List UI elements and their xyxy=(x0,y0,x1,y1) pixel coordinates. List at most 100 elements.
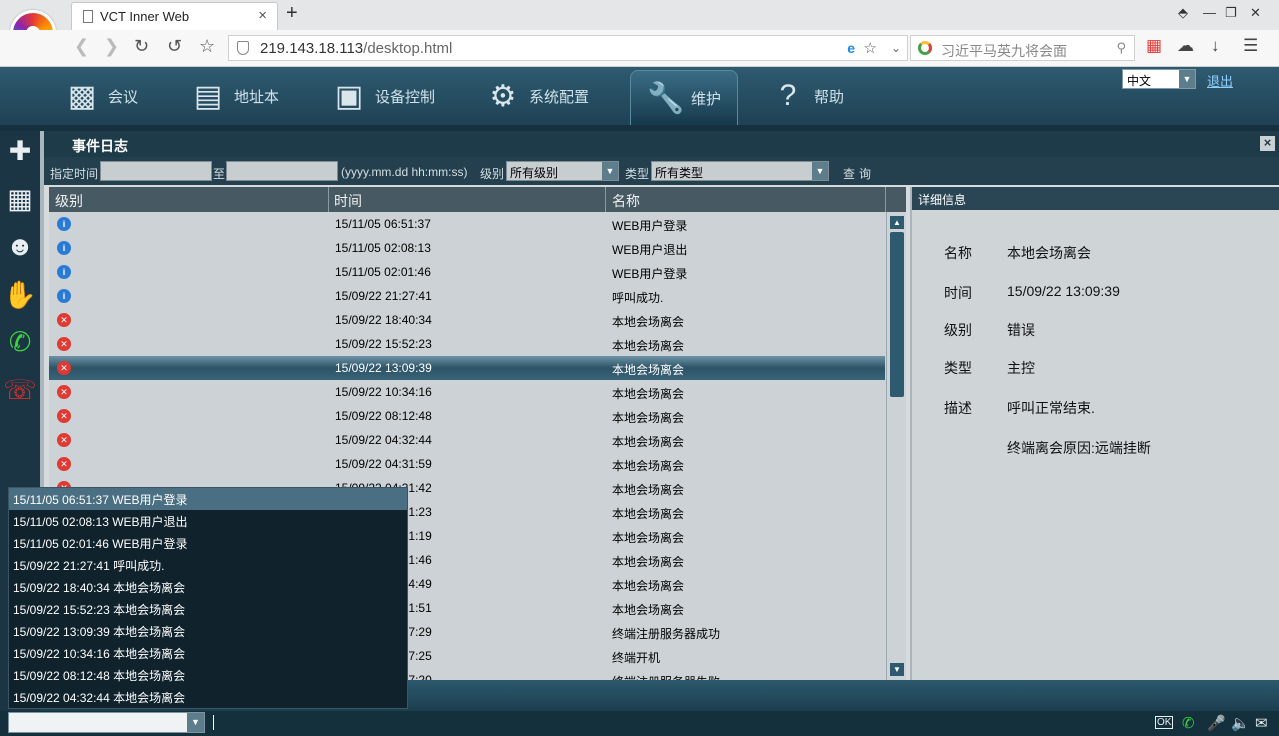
detail-panel: 详细信息 名称 本地会场离会 时间 15/09/22 13:09:39 级别 错… xyxy=(910,187,1279,680)
column-header-time[interactable]: 时间 xyxy=(334,191,362,211)
list-item[interactable]: 15/11/05 06:51:37 WEB用户登录 xyxy=(9,488,407,510)
maximize-icon[interactable]: ❐ xyxy=(1225,5,1237,21)
new-tab-button[interactable]: + xyxy=(286,2,298,25)
nav-tab-system-config[interactable]: ⚙ 系统配置 xyxy=(485,67,589,125)
favorite-star-icon[interactable]: ☆ xyxy=(864,39,877,57)
nav-tab-address-book[interactable]: ▤ 地址本 xyxy=(190,67,279,125)
table-row[interactable]: ✕ 15/09/22 13:09:39 本地会场离会 xyxy=(49,356,885,380)
app-header: ▩ 会议 ▤ 地址本 ▣ 设备控制 ⚙ 系统配置 🔧 维护 ? 帮助 中文 ▼ … xyxy=(0,67,1279,126)
participants-icon[interactable]: ☻ xyxy=(3,231,37,265)
nav-tab-device-control[interactable]: ▣ 设备控制 xyxy=(331,67,435,125)
nav-tab-label: 帮助 xyxy=(814,88,845,106)
column-divider[interactable] xyxy=(328,187,329,212)
info-icon: i xyxy=(57,217,71,231)
list-item[interactable]: 15/09/22 10:34:16 本地会场离会 xyxy=(9,642,407,664)
nav-tab-help[interactable]: ? 帮助 xyxy=(770,67,844,125)
row-name: 本地会场离会 xyxy=(612,339,685,353)
nav-tab-maintenance[interactable]: 🔧 维护 xyxy=(630,70,739,126)
list-item[interactable]: 15/09/22 04:32:44 本地会场离会 xyxy=(9,686,407,708)
chevron-down-icon[interactable]: ▼ xyxy=(187,713,204,732)
back-icon[interactable]: ❮ xyxy=(74,36,89,57)
address-book-icon: ▤ xyxy=(193,79,223,113)
microphone-icon[interactable]: 🎤 xyxy=(1207,714,1226,732)
monitor-user-icon: ▩ xyxy=(67,79,97,113)
window-close-icon[interactable]: ✕ xyxy=(1250,5,1261,21)
list-scrollbar[interactable]: ▲ ▼ xyxy=(886,212,906,680)
add-icon[interactable]: ✚ xyxy=(3,136,37,170)
table-row[interactable]: ✕ 15/09/22 10:34:16 本地会场离会 xyxy=(49,380,885,404)
table-row[interactable]: ✕ 15/09/22 18:40:34 本地会场离会 xyxy=(49,308,885,332)
tab-close-icon[interactable]: × xyxy=(258,7,267,24)
nav-tab-meeting[interactable]: ▩ 会议 xyxy=(64,67,138,125)
site-view-icon[interactable]: ▦ xyxy=(3,184,37,218)
table-row[interactable]: ✕ 15/09/22 04:31:59 本地会场离会 xyxy=(49,452,885,476)
list-item[interactable]: 15/09/22 18:40:34 本地会场离会 xyxy=(9,576,407,598)
scroll-up-icon[interactable]: ▲ xyxy=(890,216,904,229)
detail-time-label: 时间 xyxy=(944,285,972,301)
type-select-value: 所有类型 xyxy=(655,166,704,180)
column-divider xyxy=(885,187,886,212)
search-icon[interactable]: ⚲ xyxy=(1116,40,1126,56)
cloud-icon[interactable]: ☁ xyxy=(1177,36,1194,56)
row-time: 15/09/22 04:32:44 xyxy=(335,433,432,447)
list-item[interactable]: 15/09/22 15:52:23 本地会场离会 xyxy=(9,598,407,620)
nav-tab-label: 维护 xyxy=(691,91,722,108)
pin-icon[interactable]: ⬘ xyxy=(1178,5,1188,21)
call-icon[interactable]: ✆ xyxy=(3,327,37,361)
minimize-icon[interactable]: — xyxy=(1203,5,1216,20)
ie-mode-icon[interactable]: e xyxy=(847,40,855,56)
browser-tab[interactable]: VCT Inner Web × xyxy=(71,2,278,30)
search-box[interactable]: 习近平马英九将会面 ⚲ xyxy=(910,35,1135,61)
query-button[interactable]: 查询 xyxy=(843,165,875,182)
scroll-thumb[interactable] xyxy=(890,232,904,397)
level-select[interactable]: 所有级别 ▼ xyxy=(506,161,619,181)
hangup-icon[interactable]: ☏ xyxy=(3,375,37,409)
download-icon[interactable]: ↓ xyxy=(1211,36,1220,56)
monitor-icon: ▣ xyxy=(334,79,364,113)
speaker-icon[interactable]: 🔈 xyxy=(1231,714,1250,732)
row-name: WEB用户登录 xyxy=(612,219,688,233)
logout-link[interactable]: 退出 xyxy=(1207,71,1233,90)
table-row[interactable]: ✕ 15/09/22 04:32:44 本地会场离会 xyxy=(49,428,885,452)
forward-icon[interactable]: ❯ xyxy=(104,36,119,57)
apps-grid-icon[interactable]: ▦ xyxy=(1146,36,1162,56)
panel-close-button[interactable]: × xyxy=(1260,136,1275,151)
column-header-level[interactable]: 级别 xyxy=(55,191,83,211)
list-item[interactable]: 15/11/05 02:01:46 WEB用户登录 xyxy=(9,532,407,554)
info-icon: i xyxy=(57,289,71,303)
column-divider[interactable] xyxy=(605,187,606,212)
table-row[interactable]: ✕ 15/09/22 15:52:23 本地会场离会 xyxy=(49,332,885,356)
menu-icon[interactable]: ☰ xyxy=(1243,36,1258,56)
reload-icon[interactable]: ↻ xyxy=(134,36,149,57)
table-row[interactable]: i 15/09/22 21:27:41 呼叫成功. xyxy=(49,284,885,308)
language-select[interactable]: 中文 ▼ xyxy=(1122,69,1196,89)
table-row[interactable]: ✕ 15/09/22 08:12:48 本地会场离会 xyxy=(49,404,885,428)
row-time: 15/11/05 02:08:13 xyxy=(335,241,431,255)
table-row[interactable]: i 15/11/05 06:51:37 WEB用户登录 xyxy=(49,212,885,236)
chevron-down-icon[interactable]: ⌄ xyxy=(891,41,901,55)
error-icon: ✕ xyxy=(57,457,71,471)
event-combo[interactable]: ▼ xyxy=(8,712,205,733)
table-row[interactable]: i 15/11/05 02:01:46 WEB用户登录 xyxy=(49,260,885,284)
list-item[interactable]: 15/09/22 21:27:41 呼叫成功. xyxy=(9,554,407,576)
type-select[interactable]: 所有类型 ▼ xyxy=(651,161,829,181)
call-status-icon[interactable]: ✆ xyxy=(1182,714,1195,732)
undo-icon[interactable]: ↺ xyxy=(167,36,182,57)
chevron-down-icon: ▼ xyxy=(812,162,828,180)
scroll-down-icon[interactable]: ▼ xyxy=(890,663,904,676)
address-bar[interactable]: 219.143.18.113/desktop.html e ☆ ⌄ xyxy=(228,35,908,61)
end-time-input[interactable] xyxy=(226,161,338,181)
list-header: 级别 时间 名称 xyxy=(49,187,906,212)
bookmark-icon[interactable]: ☆ xyxy=(199,36,215,57)
message-icon[interactable]: ✉ xyxy=(1255,714,1268,732)
row-name: 本地会场离会 xyxy=(612,315,685,329)
level-label: 级别 xyxy=(480,167,505,181)
raise-hand-icon[interactable]: ✋ xyxy=(3,279,37,313)
row-time: 15/11/05 06:51:37 xyxy=(335,217,431,231)
list-item[interactable]: 15/09/22 13:09:39 本地会场离会 xyxy=(9,620,407,642)
column-header-name[interactable]: 名称 xyxy=(612,191,640,211)
list-item[interactable]: 15/11/05 02:08:13 WEB用户退出 xyxy=(9,510,407,532)
table-row[interactable]: i 15/11/05 02:08:13 WEB用户退出 xyxy=(49,236,885,260)
list-item[interactable]: 15/09/22 08:12:48 本地会场离会 xyxy=(9,664,407,686)
start-time-input[interactable] xyxy=(100,161,212,181)
